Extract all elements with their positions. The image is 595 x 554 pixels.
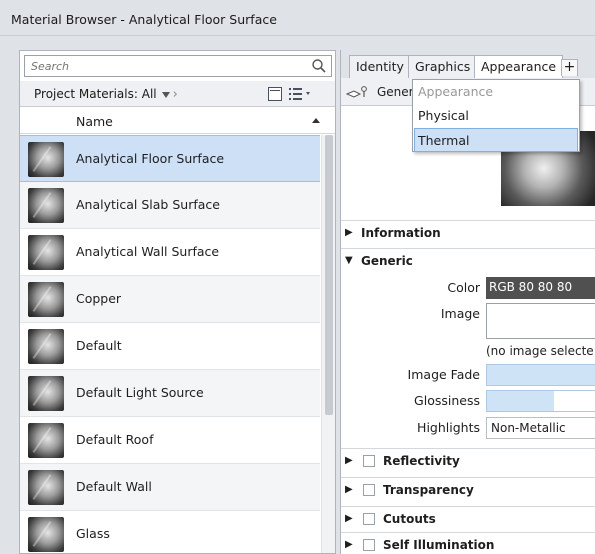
name-column-label: Name [76,114,113,129]
menu-item-physical[interactable]: Physical [413,104,579,128]
chevron-down-icon [161,91,170,98]
section-reflectivity[interactable]: ▶ Reflectivity [341,448,595,472]
add-asset-button[interactable]: + [561,59,578,76]
tab-graphics[interactable]: Graphics [408,55,478,78]
section-generic[interactable]: ▼ Generic [341,248,595,272]
expand-arrow-icon: ▶ [345,513,353,524]
glossiness-property: Glossiness [341,389,595,413]
image-fade-property: Image Fade [341,363,595,387]
filter-label: Project Materials: All [34,87,157,101]
search-icon[interactable] [311,58,327,74]
expand-arrow-icon: ▶ [345,227,353,238]
window-title: Material Browser - Analytical Floor Surf… [0,0,595,36]
color-property: Color RGB 80 80 80 [341,276,595,300]
list-item[interactable]: Default Wall [20,464,320,511]
list-item[interactable]: Default [20,323,320,370]
add-asset-menu: Appearance Physical Thermal [412,79,580,152]
list-item[interactable]: Default Roof [20,417,320,464]
breadcrumb-chevron-icon: › [172,87,178,102]
asset-replace-icon[interactable] [346,85,370,99]
reflectivity-checkbox[interactable] [363,455,375,467]
material-thumbnail-icon [28,282,64,317]
menu-item-thermal[interactable]: Thermal [414,128,578,152]
material-thumbnail-icon [28,188,64,223]
highlights-select[interactable]: Non-Metallic [486,417,595,439]
search-input[interactable] [25,56,305,76]
editor-tabs: Identity Graphics Appearance + [341,50,595,79]
tab-identity[interactable]: Identity [349,55,411,78]
list-item[interactable]: Copper [20,276,320,323]
list-item[interactable]: Analytical Slab Surface [20,182,320,229]
asset-name: Gener [377,85,414,99]
cutouts-checkbox[interactable] [363,513,375,525]
material-thumbnail-icon [28,376,64,411]
material-thumbnail-icon [28,142,64,177]
list-column-header[interactable]: Name [20,108,335,134]
tab-appearance[interactable]: Appearance [474,55,564,79]
panel-toggle-icon[interactable] [268,87,282,101]
material-list-panel: Project Materials: All › Name Analytical … [19,50,336,554]
image-property: Image [341,302,595,339]
list-view-icon[interactable] [288,86,312,102]
expand-arrow-icon: ▶ [345,539,353,550]
color-swatch[interactable]: RGB 80 80 80 [486,277,595,299]
material-thumbnail-icon [28,235,64,270]
image-fade-slider[interactable] [486,364,595,386]
menu-item-appearance: Appearance [418,84,494,99]
collapse-arrow-icon: ▼ [345,255,353,266]
filter-bar: Project Materials: All › [20,81,335,107]
section-transparency[interactable]: ▶ Transparency [341,477,595,501]
material-thumbnail-icon [28,470,64,505]
no-image-text: (no image selecte [486,344,594,358]
image-status: (no image selecte [341,340,595,364]
image-slot[interactable] [486,303,595,339]
search-box[interactable] [24,55,332,77]
expand-arrow-icon: ▶ [345,484,353,495]
list-scrollbar[interactable] [321,135,335,553]
section-cutouts[interactable]: ▶ Cutouts [341,506,595,530]
list-item[interactable]: Analytical Wall Surface [20,229,320,276]
section-information[interactable]: ▶ Information [341,220,595,244]
material-thumbnail-icon [28,329,64,364]
material-list: Analytical Floor Surface Analytical Slab… [20,135,320,553]
project-materials-filter[interactable]: Project Materials: All › [34,87,178,102]
list-item[interactable]: Glass [20,511,320,553]
list-item[interactable]: Default Light Source [20,370,320,417]
section-self-illumination[interactable]: ▶ Self Illumination [341,532,595,554]
list-item[interactable]: Analytical Floor Surface [20,135,320,182]
self-illumination-checkbox[interactable] [363,539,375,551]
scrollbar-thumb[interactable] [325,135,333,415]
material-thumbnail-icon [28,517,64,552]
transparency-checkbox[interactable] [363,484,375,496]
expand-arrow-icon: ▶ [345,455,353,466]
glossiness-slider[interactable] [486,390,595,412]
material-thumbnail-icon [28,423,64,458]
sort-ascending-icon [312,118,320,123]
highlights-property: Highlights Non-Metallic [341,416,595,440]
